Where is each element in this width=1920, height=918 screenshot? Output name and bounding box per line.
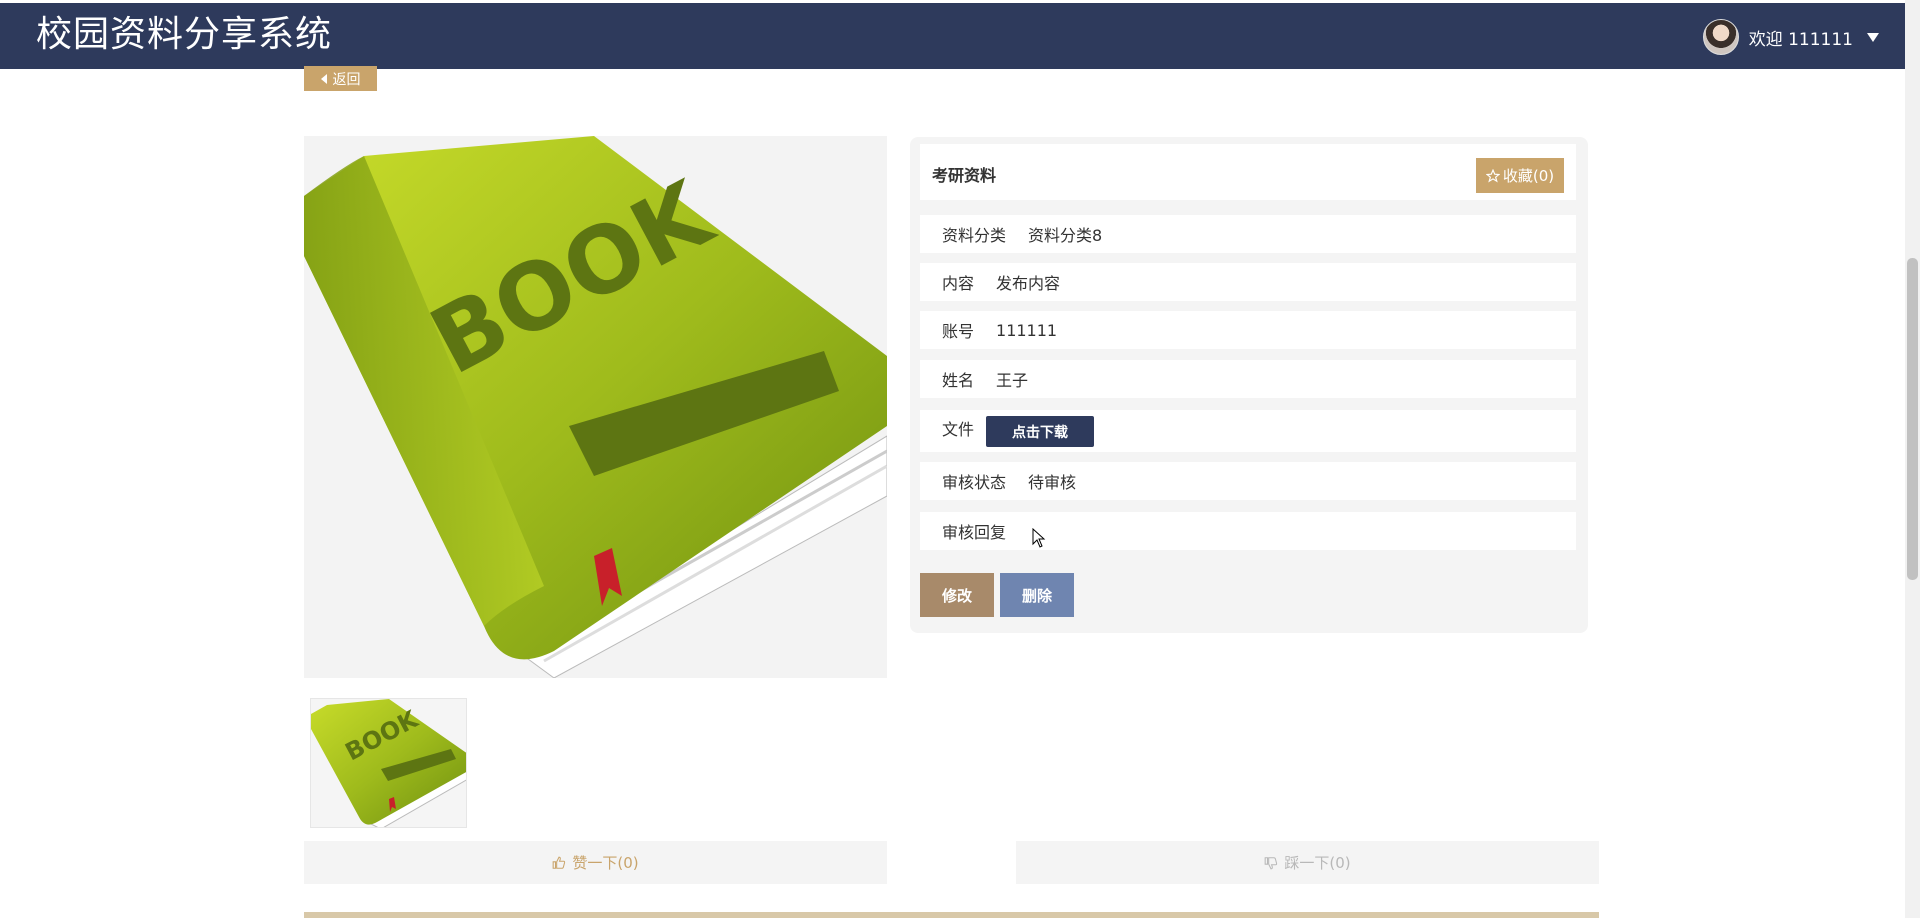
footer-strip (304, 912, 1599, 918)
like-label: 赞一下(0) (572, 854, 639, 872)
field-category: 资料分类 资料分类8 (920, 215, 1576, 253)
category-key: 资料分类 (942, 226, 1007, 245)
delete-button[interactable]: 删除 (1000, 573, 1074, 617)
field-reply: 审核回复 (920, 512, 1576, 550)
caret-left-icon (320, 73, 327, 84)
favorite-button[interactable]: 收藏(0) (1476, 158, 1564, 193)
reply-key: 审核回复 (942, 523, 1007, 542)
scrollbar-thumb[interactable] (1907, 258, 1918, 580)
thumbs-up-icon (553, 856, 566, 869)
welcome-text[interactable]: 欢迎 111111 (1749, 25, 1853, 50)
detail-title: 考研资料 (932, 166, 997, 185)
status-key: 审核状态 (942, 473, 1007, 492)
top-header: 校园资料分享系统 欢迎 111111 (0, 3, 1905, 69)
back-button[interactable]: 返回 (304, 66, 377, 91)
field-file: 文件 点击下载 (920, 410, 1576, 452)
back-label: 返回 (332, 71, 361, 88)
user-menu[interactable]: 欢迎 111111 (1702, 19, 1879, 55)
account-value: 111111 (996, 320, 1058, 340)
field-content: 内容 发布内容 (920, 263, 1576, 301)
file-key: 文件 (942, 420, 975, 439)
caret-down-icon[interactable] (1867, 32, 1879, 42)
avatar[interactable] (1702, 19, 1739, 55)
download-button[interactable]: 点击下载 (986, 416, 1095, 447)
category-value: 资料分类8 (1028, 226, 1103, 245)
main-image: BOOK (304, 136, 887, 678)
dislike-button[interactable]: 踩一下(0) (1016, 841, 1599, 884)
name-key: 姓名 (942, 371, 975, 390)
name-value: 王子 (996, 371, 1029, 390)
content-value: 发布内容 (996, 274, 1061, 293)
site-title: 校园资料分享系统 (36, 14, 333, 55)
account-key: 账号 (942, 322, 975, 341)
edit-button[interactable]: 修改 (920, 573, 994, 617)
field-status: 审核状态 待审核 (920, 462, 1576, 500)
detail-title-row: 考研资料 收藏(0) (920, 144, 1576, 200)
star-icon (1485, 168, 1500, 183)
like-button[interactable]: 赞一下(0) (304, 841, 887, 884)
favorite-label: 收藏(0) (1502, 167, 1555, 185)
status-value: 待审核 (1028, 473, 1077, 492)
content-key: 内容 (942, 274, 975, 293)
field-name: 姓名 王子 (920, 360, 1576, 398)
thumbs-down-icon (1265, 856, 1278, 869)
book-thumbnail: BOOK (311, 699, 466, 827)
detail-panel: 考研资料 收藏(0) 资料分类 资料分类8 内容 发布内容 账号 111111 … (910, 137, 1588, 633)
thumbnail-image[interactable]: BOOK (310, 698, 467, 828)
book-illustration: BOOK (304, 136, 887, 678)
mouse-cursor-icon (1032, 528, 1046, 548)
dislike-label: 踩一下(0) (1284, 854, 1351, 872)
field-account: 账号 111111 (920, 311, 1576, 349)
